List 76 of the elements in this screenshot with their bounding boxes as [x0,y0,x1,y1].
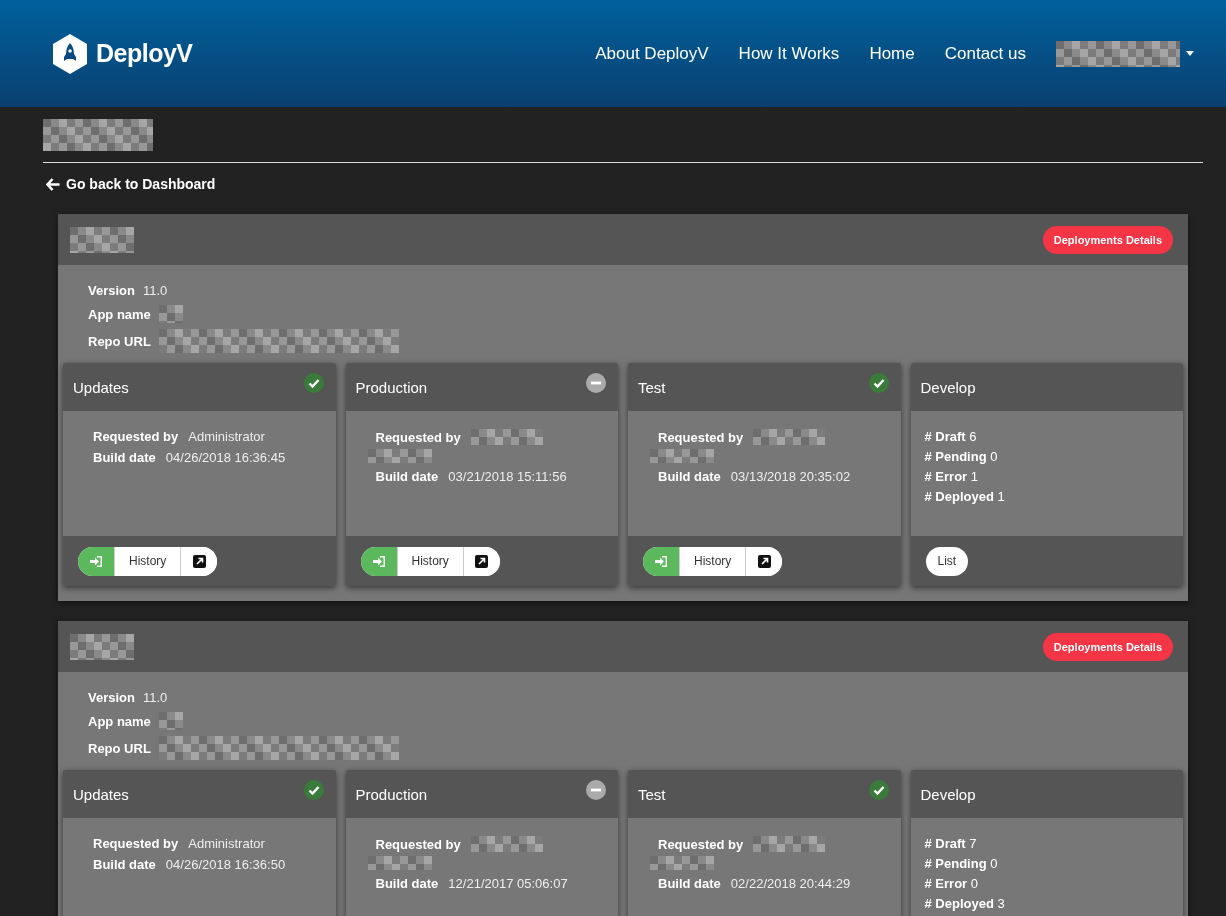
stat-text: # Deployed 3 [924,896,1005,911]
sign-in-icon [90,555,102,567]
stage-title: Production [355,785,428,803]
field-label: Requested by [93,429,179,444]
stage-title: Test [638,785,666,803]
pixelated-block [650,449,714,463]
field-label: Build date [375,469,439,484]
list-button[interactable]: List [925,546,969,576]
info-label: App name [88,306,151,322]
info-label: Version [88,282,135,298]
stat-text: # Pending 0 [924,449,998,464]
deploy-button[interactable] [360,546,397,576]
stage-title: Production [355,378,428,396]
sign-in-icon [655,555,667,567]
nav-link[interactable]: How It Works [738,43,840,64]
stat-text: # Draft 7 [924,836,977,851]
stat-text: # Draft 6 [924,429,977,444]
field-label: Requested by [658,429,744,445]
stat-text: # Error 0 [924,876,978,891]
info-value: 11.0 [142,282,168,298]
external-link-icon [757,554,771,568]
pixelated-block [650,856,714,870]
nav-link[interactable]: About DeployV [595,43,709,64]
field-label: Build date [375,876,439,891]
brand-name: DeployV [96,39,193,68]
history-button[interactable]: History [679,546,747,576]
info-label: Repo URL [88,333,151,349]
pixelated-block [70,226,134,253]
pixelated-block [70,633,134,660]
details-button[interactable]: Deployments Details [1042,632,1173,661]
field-value: 03/21/2018 15:11:56 [448,469,567,484]
field-label: Build date [658,876,721,891]
field-label: Build date [93,857,156,872]
rocket-logo-icon [52,33,88,74]
details-button[interactable]: Deployments Details [1042,225,1173,254]
field-value: Administrator [188,836,265,851]
field-label: Build date [93,450,156,465]
field-value: Administrator [188,429,265,444]
pixelated-block [367,856,432,870]
field-value: 02/22/2018 20:44:29 [730,876,851,891]
back-link[interactable]: Go back to Dashboard [46,176,216,192]
arrow-left-icon [46,177,60,191]
field-label: Requested by [375,836,461,852]
history-button[interactable]: History [114,546,182,576]
info-label: Repo URL [88,740,151,756]
nav-link[interactable]: Contact us [944,43,1026,64]
stage-title: Test [638,378,666,396]
field-value: 12/21/2017 05:06:07 [448,876,568,891]
stat-text: # Deployed 1 [924,489,1005,504]
pixelated-block [158,305,183,323]
history-button[interactable]: History [396,546,464,576]
field-label: Requested by [658,836,744,852]
field-label: Requested by [93,836,179,851]
info-label: Version [88,689,135,705]
info-label: App name [88,713,151,729]
info-value: 11.0 [142,689,168,705]
field-value: 04/26/2018 16:36:50 [165,857,286,872]
stage-title: Updates [73,378,129,396]
stage-title: Updates [73,785,129,803]
deploy-button[interactable] [78,546,114,576]
stat-text: # Pending 0 [924,856,998,871]
external-link-icon [192,554,206,568]
field-label: Requested by [375,429,461,445]
field-value: 03/13/2018 20:35:02 [730,469,851,484]
caret-icon[interactable] [1186,51,1194,56]
stage-title: Develop [920,378,976,396]
external-link-icon [475,554,489,568]
stat-text: # Error 1 [924,469,978,484]
pixelated-block [158,712,183,730]
deploy-button[interactable] [643,546,679,576]
sign-in-icon [372,555,385,567]
nav-link[interactable]: Home [869,43,915,64]
field-label: Build date [658,469,721,484]
stage-title: Develop [920,785,976,803]
field-value: 04/26/2018 16:36:45 [165,450,286,465]
pixelated-block [367,449,432,463]
